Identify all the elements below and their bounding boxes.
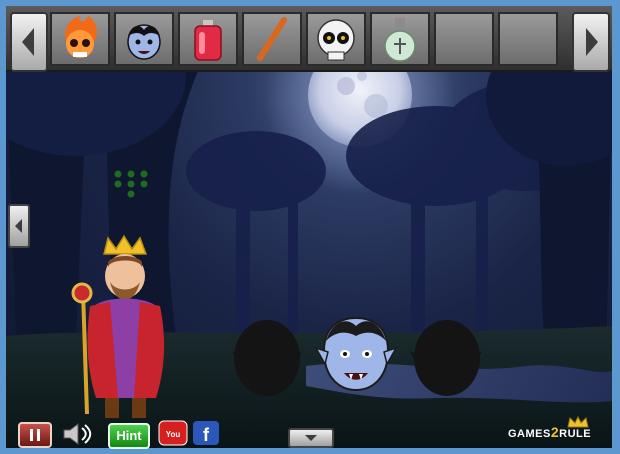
svg-text:f: f	[203, 425, 210, 445]
stick-icon	[257, 17, 287, 61]
inventory-slot-4[interactable]	[242, 12, 302, 66]
scene-art	[6, 6, 612, 448]
forest-scene	[6, 6, 612, 448]
chevron-down-icon	[305, 435, 317, 441]
facebook-button[interactable]: f	[192, 420, 220, 451]
chevron-left-icon	[22, 28, 34, 56]
chevron-left-icon	[15, 219, 22, 233]
scene-left-nav-button[interactable]	[8, 204, 30, 248]
crown-icon	[566, 415, 590, 434]
inventory-right-arrow-button[interactable]	[572, 12, 610, 72]
svg-text:You: You	[166, 430, 181, 439]
logo-text-games: GAMES	[508, 428, 551, 440]
hint-button[interactable]: Hint	[108, 423, 150, 449]
inventory-slot-2[interactable]	[114, 12, 174, 66]
sugar-skull-icon	[317, 19, 355, 61]
inventory-left-arrow-button[interactable]	[10, 12, 48, 72]
logo-number: 2	[550, 424, 560, 440]
inventory-slot-5[interactable]	[306, 12, 366, 66]
inventory-slot-1[interactable]	[50, 12, 110, 66]
inventory-slot-8[interactable]	[498, 12, 558, 66]
inventory-slot-7[interactable]	[434, 12, 494, 66]
youtube-icon: You	[158, 420, 188, 446]
sound-button[interactable]	[60, 420, 96, 453]
inventory-slot-3[interactable]	[178, 12, 238, 66]
vampire-face-icon	[127, 24, 161, 60]
facebook-icon: f	[193, 421, 219, 445]
flaming-skull-icon	[65, 16, 97, 58]
red-potion-icon	[194, 20, 222, 61]
youtube-button[interactable]: You	[158, 420, 188, 451]
chevron-right-icon	[586, 28, 598, 56]
scene-down-nav-button[interactable]	[288, 428, 334, 448]
inventory-slot-6[interactable]	[370, 12, 430, 66]
pause-button[interactable]	[18, 422, 52, 448]
inventory-toolbar	[6, 6, 612, 72]
holy-water-icon	[384, 18, 416, 62]
speaker-icon	[63, 423, 92, 445]
pause-icon	[30, 429, 40, 441]
